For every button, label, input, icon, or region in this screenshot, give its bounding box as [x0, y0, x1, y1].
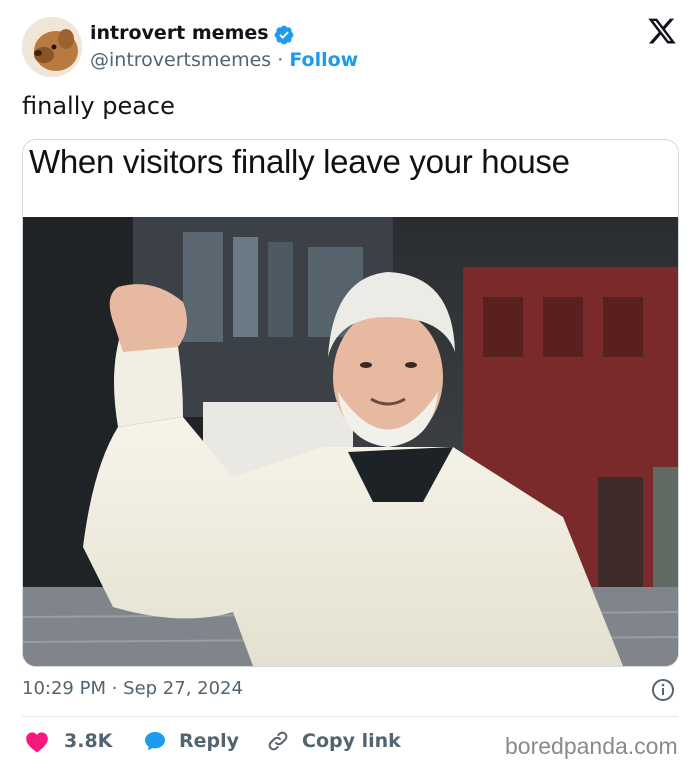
media-card[interactable]: When visitors finally leave your house: [22, 139, 679, 667]
reply-button[interactable]: Reply: [143, 729, 239, 753]
meme-caption: When visitors finally leave your house: [29, 143, 570, 180]
heart-icon: [26, 732, 48, 753]
user-handle[interactable]: @introvertsmemes: [90, 49, 271, 71]
man-waving-photo-icon: [23, 217, 678, 666]
info-icon[interactable]: [651, 678, 675, 702]
tweet-text: finally peace: [22, 92, 175, 120]
avatar[interactable]: [22, 17, 82, 77]
separator-dot: ·: [277, 49, 284, 71]
user-name[interactable]: introvert memes: [90, 22, 269, 44]
link-icon: [268, 731, 288, 751]
like-button[interactable]: 3.8K: [24, 729, 112, 753]
copy-link-label: Copy link: [302, 730, 401, 752]
copy-link-button[interactable]: Copy link: [266, 729, 401, 753]
handle-row: @introvertsmemes · Follow: [90, 49, 358, 71]
divider: [22, 716, 678, 717]
reply-bubble-icon: [145, 732, 165, 751]
verified-badge-icon: [274, 25, 294, 45]
watermark: boredpanda.com: [505, 733, 678, 759]
like-count: 3.8K: [64, 730, 113, 752]
dog-avatar-icon: [22, 17, 82, 77]
x-logo-icon[interactable]: [646, 18, 678, 46]
reply-label: Reply: [179, 730, 240, 752]
tweet-timestamp[interactable]: 10:29 PM · Sep 27, 2024: [22, 678, 243, 699]
follow-button[interactable]: Follow: [289, 49, 358, 71]
